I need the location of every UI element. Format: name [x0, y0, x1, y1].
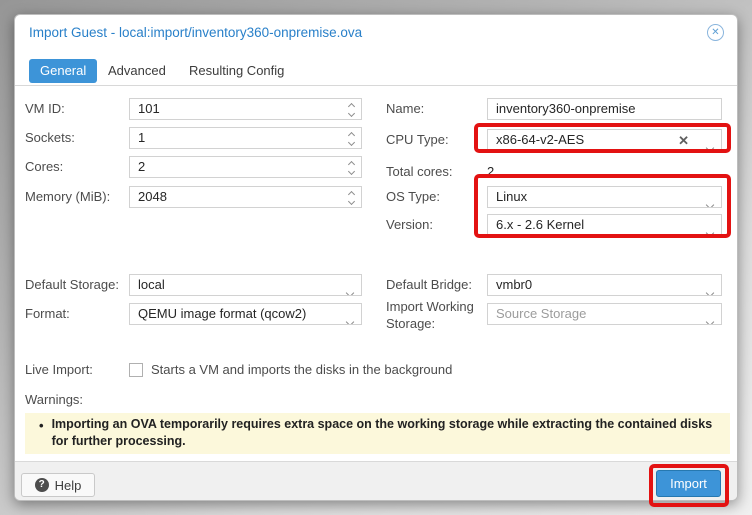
cpu-type-combo[interactable]: x86-64-v2-AES ✕ [487, 129, 722, 151]
sockets-input[interactable]: 1 [129, 127, 362, 149]
import-button[interactable]: Import [656, 470, 721, 497]
import-guest-dialog: Import Guest - local:import/inventory360… [14, 14, 738, 501]
memory-spinner[interactable] [349, 187, 354, 208]
default-bridge-select[interactable]: vmbr0 [487, 274, 722, 296]
memory-input[interactable]: 2048 [129, 186, 362, 208]
sockets-label: Sockets: [25, 127, 75, 149]
warning-box: • Importing an OVA temporarily requires … [25, 413, 730, 454]
tab-resulting-config[interactable]: Resulting Config [178, 59, 295, 83]
chevron-down-icon[interactable] [347, 311, 353, 325]
cores-spinner[interactable] [349, 157, 354, 178]
spin-down-icon[interactable] [348, 139, 355, 146]
bullet-icon: • [39, 416, 44, 450]
chevron-down-icon[interactable] [707, 311, 713, 325]
name-input[interactable]: inventory360-onpremise [487, 98, 722, 120]
sockets-spinner[interactable] [349, 128, 354, 149]
spin-down-icon[interactable] [348, 168, 355, 175]
live-import-description: Starts a VM and imports the disks in the… [151, 359, 452, 381]
memory-label: Memory (MiB): [25, 186, 110, 208]
import-working-storage-select[interactable]: Source Storage [487, 303, 722, 325]
cpu-type-label: CPU Type: [386, 129, 449, 151]
chevron-down-icon[interactable] [347, 282, 353, 296]
live-import-checkbox[interactable] [129, 363, 143, 377]
vm-id-input[interactable]: 101 [129, 98, 362, 120]
warning-text: Importing an OVA temporarily requires ex… [52, 416, 716, 450]
version-select[interactable]: 6.x - 2.6 Kernel [487, 214, 722, 236]
clear-icon[interactable]: ✕ [678, 130, 689, 151]
format-select[interactable]: QEMU image format (qcow2) [129, 303, 362, 325]
chevron-down-icon[interactable] [707, 137, 713, 151]
total-cores-label: Total cores: [386, 161, 452, 183]
chevron-down-icon[interactable] [707, 282, 713, 296]
version-label: Version: [386, 214, 433, 236]
tab-general[interactable]: General [29, 59, 97, 83]
total-cores-value: 2 [487, 161, 494, 183]
warnings-label: Warnings: [25, 389, 83, 411]
live-import-label: Live Import: [25, 359, 93, 381]
dialog-title: Import Guest - local:import/inventory360… [29, 25, 362, 40]
chevron-down-icon[interactable] [707, 194, 713, 208]
spin-down-icon[interactable] [348, 198, 355, 205]
vm-id-label: VM ID: [25, 98, 65, 120]
default-storage-label: Default Storage: [25, 274, 119, 296]
close-icon[interactable]: ✕ [707, 24, 724, 41]
help-button[interactable]: ? Help [21, 473, 95, 497]
spin-down-icon[interactable] [348, 110, 355, 117]
name-label: Name: [386, 98, 424, 120]
chevron-down-icon[interactable] [707, 222, 713, 236]
tabbar-divider [15, 85, 737, 86]
format-label: Format: [25, 303, 70, 325]
os-type-label: OS Type: [386, 186, 440, 208]
import-working-storage-label: Import Working Storage: [386, 298, 482, 332]
os-type-select[interactable]: Linux [487, 186, 722, 208]
tab-advanced[interactable]: Advanced [97, 59, 177, 83]
dialog-footer [15, 461, 737, 500]
help-icon: ? [35, 478, 49, 492]
default-storage-select[interactable]: local [129, 274, 362, 296]
default-bridge-label: Default Bridge: [386, 274, 472, 296]
cores-input[interactable]: 2 [129, 156, 362, 178]
vm-id-spinner[interactable] [349, 99, 354, 120]
cores-label: Cores: [25, 156, 63, 178]
